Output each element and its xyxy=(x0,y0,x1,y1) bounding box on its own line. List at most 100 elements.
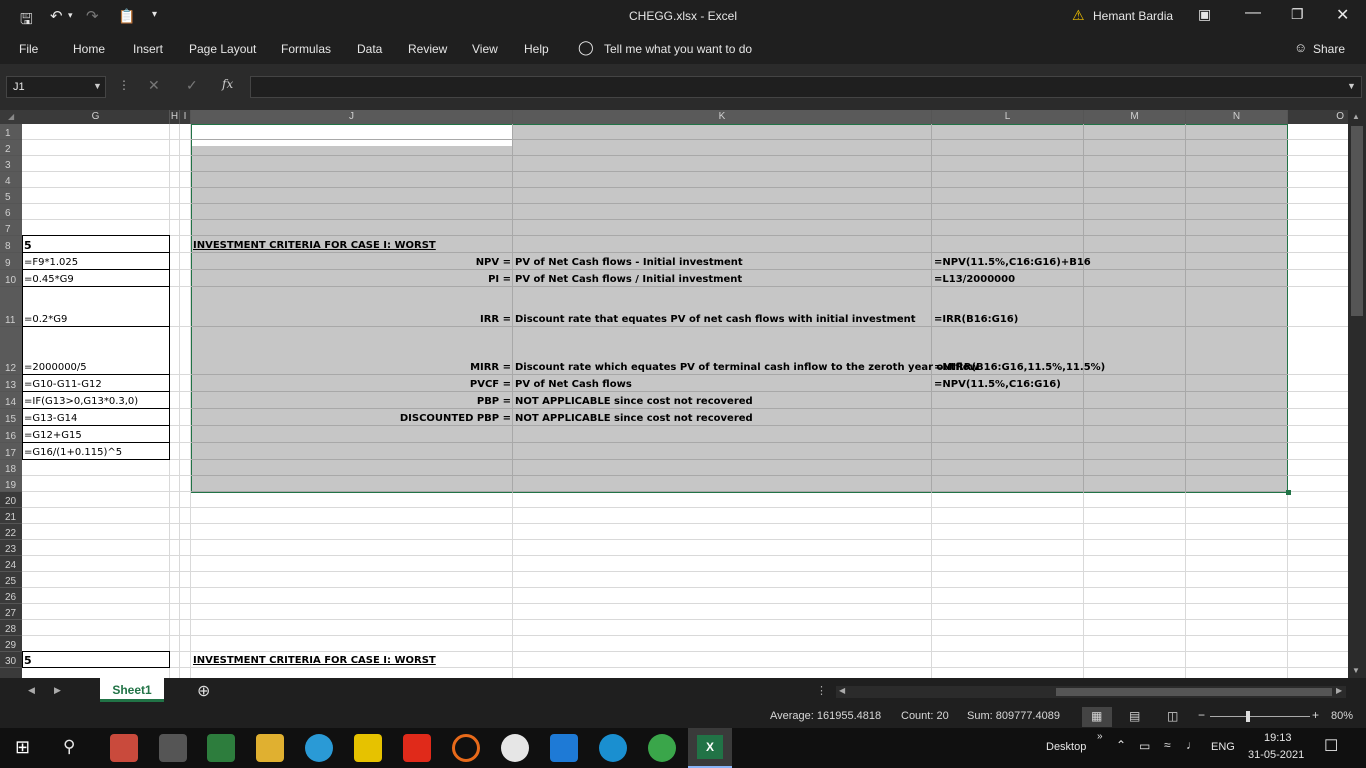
toolbar-expand-icon[interactable]: » xyxy=(1097,731,1103,742)
tab-formulas[interactable]: Formulas xyxy=(281,42,331,56)
tab-home[interactable]: Home xyxy=(73,42,105,56)
column-header-j[interactable]: J xyxy=(191,110,513,124)
cell-j8[interactable]: INVESTMENT CRITERIA FOR CASE I: WORST xyxy=(193,240,436,252)
restore-icon[interactable]: ❐ xyxy=(1291,6,1304,23)
row-header-7[interactable]: 7 xyxy=(0,220,22,236)
row-header-4[interactable]: 4 xyxy=(0,172,22,188)
column-header-h[interactable]: H xyxy=(170,110,180,124)
row-header-24[interactable]: 24 xyxy=(0,556,22,572)
column-header-n[interactable]: N xyxy=(1186,110,1288,124)
clock-date[interactable]: 31-05-2021 xyxy=(1248,749,1304,761)
cancel-icon[interactable]: ✕ xyxy=(148,77,160,94)
row-header-29[interactable]: 29 xyxy=(0,636,22,652)
language-indicator[interactable]: ENG xyxy=(1211,741,1235,753)
tab-review[interactable]: Review xyxy=(408,42,447,56)
cell-l9[interactable]: =NPV(11.5%,C16:G16)+B16 xyxy=(934,257,1091,269)
cell-g16[interactable]: =G12+G15 xyxy=(24,430,82,442)
select-all-corner[interactable]: ◢ xyxy=(8,112,14,121)
cell-k15[interactable]: NOT APPLICABLE since cost not recovered xyxy=(515,413,753,425)
chevron-down-icon[interactable]: ▼ xyxy=(93,81,102,91)
google-drive-icon[interactable] xyxy=(207,734,235,762)
cell-g12[interactable]: =2000000/5 xyxy=(24,362,87,374)
cell-j12[interactable]: MIRR = xyxy=(191,362,511,374)
cell-k9[interactable]: PV of Net Cash flows - Initial investmen… xyxy=(515,257,743,269)
scroll-right-icon[interactable]: ▶ xyxy=(1336,686,1342,695)
desktop-toolbar[interactable]: Desktop xyxy=(1046,741,1086,753)
row-header-19[interactable]: 19 xyxy=(0,476,22,492)
row-header-14[interactable]: 14 xyxy=(0,392,22,409)
name-box[interactable]: J1 ▼ xyxy=(6,76,106,98)
file-explorer-icon[interactable] xyxy=(256,734,284,762)
row-header-8[interactable]: 8 xyxy=(0,236,22,253)
cell-l10[interactable]: =L13/2000000 xyxy=(934,274,1015,286)
row-header-17[interactable]: 17 xyxy=(0,443,22,460)
scroll-left-icon[interactable]: ◀ xyxy=(839,686,845,695)
close-icon[interactable]: ✕ xyxy=(1336,5,1349,25)
cell-j30[interactable]: INVESTMENT CRITERIA FOR CASE I: WORST xyxy=(193,655,436,667)
row-header-21[interactable]: 21 xyxy=(0,508,22,524)
youtube-icon[interactable] xyxy=(403,734,431,762)
row-header-13[interactable]: 13 xyxy=(0,375,22,392)
row-header-2[interactable]: 2 xyxy=(0,140,22,156)
row-header-18[interactable]: 18 xyxy=(0,460,22,476)
notifications-icon[interactable]: ☐ xyxy=(1324,736,1338,756)
horizontal-scrollbar[interactable]: ◀ ▶ xyxy=(836,686,1346,698)
excel-taskbar-button[interactable]: X xyxy=(688,728,732,768)
fill-handle[interactable] xyxy=(1286,490,1291,495)
row-header-27[interactable]: 27 xyxy=(0,604,22,620)
row-header-3[interactable]: 3 xyxy=(0,156,22,172)
row-header-22[interactable]: 22 xyxy=(0,524,22,540)
insert-function-icon[interactable]: fx xyxy=(222,77,233,91)
user-name[interactable]: Hemant Bardia xyxy=(1093,9,1173,23)
enter-icon[interactable]: ✓ xyxy=(186,77,198,94)
chevron-up-icon[interactable]: ⌃ xyxy=(1116,738,1126,752)
tab-data[interactable]: Data xyxy=(357,42,382,56)
row-header-20[interactable]: 20 xyxy=(0,492,22,508)
vertical-scroll-thumb[interactable] xyxy=(1351,126,1363,316)
formula-input[interactable]: ▼ xyxy=(250,76,1362,98)
column-header-l[interactable]: L xyxy=(932,110,1084,124)
status-sum[interactable]: Sum: 809777.4089 xyxy=(967,710,1060,722)
cell-j14[interactable]: PBP = xyxy=(191,396,511,408)
cell-g14[interactable]: =IF(G13>0,G13*0.3,0) xyxy=(24,396,138,408)
battery-icon[interactable]: ▭ xyxy=(1139,739,1150,753)
active-cell-j1[interactable] xyxy=(192,125,513,146)
next-sheet-icon[interactable]: ▶ xyxy=(54,685,61,696)
more-options-icon[interactable]: ⋮ xyxy=(118,78,130,92)
status-average[interactable]: Average: 161955.4818 xyxy=(770,710,881,722)
worksheet-grid[interactable]: 5 =F9*1.025 =0.45*G9 =0.2*G9 =2000000/5 =G10-… xyxy=(22,124,1348,678)
zoom-slider-thumb[interactable] xyxy=(1246,711,1250,722)
add-sheet-icon[interactable]: ⊕ xyxy=(197,681,210,701)
minimize-icon[interactable]: — xyxy=(1245,4,1261,22)
cell-g13[interactable]: =G10-G11-G12 xyxy=(24,379,102,391)
tell-me-search[interactable]: Tell me what you want to do xyxy=(604,42,752,56)
cell-g9[interactable]: =F9*1.025 xyxy=(24,257,78,269)
cell-g17[interactable]: =G16/(1+0.115)^5 xyxy=(24,447,122,459)
row-header-5[interactable]: 5 xyxy=(0,188,22,204)
cell-g8[interactable]: 5 xyxy=(24,240,32,252)
tab-file[interactable]: File xyxy=(19,42,38,56)
windows-start-icon[interactable]: ⊞ xyxy=(15,737,30,758)
save-icon[interactable]: 🖫 xyxy=(20,9,33,34)
row-header-15[interactable]: 15 xyxy=(0,409,22,426)
cell-l11[interactable]: =IRR(B16:G16) xyxy=(934,314,1018,326)
row-header-28[interactable]: 28 xyxy=(0,620,22,636)
page-layout-view-icon[interactable]: ▤ xyxy=(1129,709,1140,723)
split-handle-icon[interactable]: ⋮ xyxy=(816,684,827,697)
tab-page-layout[interactable]: Page Layout xyxy=(189,42,256,56)
cell-j13[interactable]: PVCF = xyxy=(191,379,511,391)
wifi-icon[interactable]: ≈ xyxy=(1164,738,1171,752)
volume-icon[interactable]: ♩ xyxy=(1186,738,1198,752)
cell-g30[interactable]: 5 xyxy=(24,655,32,667)
tab-insert[interactable]: Insert xyxy=(133,42,163,56)
ribbon-display-icon[interactable]: ▣ xyxy=(1198,6,1211,23)
expand-formula-icon[interactable]: ▼ xyxy=(1347,81,1356,91)
column-header-k[interactable]: K xyxy=(513,110,932,124)
chrome-icon[interactable] xyxy=(110,734,138,762)
vertical-scrollbar[interactable]: ▲ ▼ xyxy=(1348,110,1366,678)
sheet-tab-sheet1[interactable]: Sheet1 xyxy=(100,678,164,702)
column-header-o[interactable]: O xyxy=(1288,110,1348,124)
undo-icon[interactable]: ↶ xyxy=(50,7,63,25)
scroll-up-icon[interactable]: ▲ xyxy=(1352,112,1360,121)
paste-icon[interactable]: 📋 xyxy=(118,8,135,25)
